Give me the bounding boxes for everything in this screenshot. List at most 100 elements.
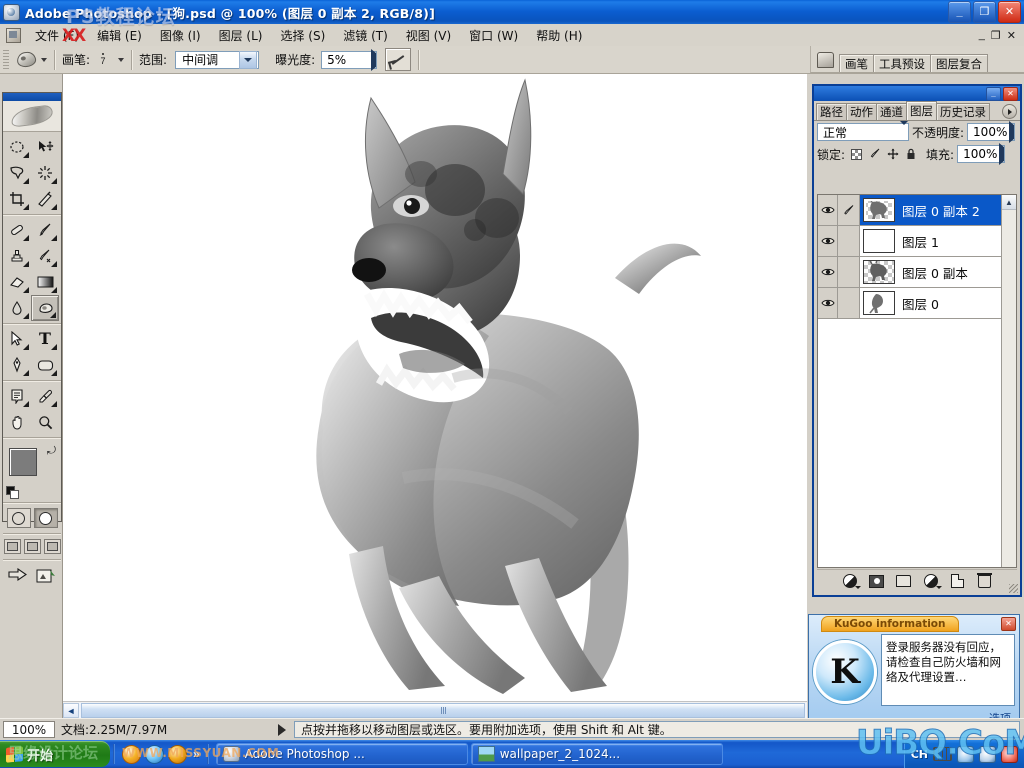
new-layer-button[interactable] (950, 574, 966, 589)
layer-visibility-toggle[interactable] (818, 288, 838, 318)
scrollbar-thumb[interactable] (81, 703, 805, 718)
tool-healing-brush[interactable] (3, 217, 31, 243)
layer-edit-indicator[interactable] (838, 257, 860, 287)
internet-explorer-icon[interactable] (122, 744, 141, 764)
tool-marquee[interactable] (3, 134, 31, 160)
tool-move[interactable] (31, 134, 59, 160)
tool-shape[interactable] (31, 352, 59, 378)
layer-thumbnail-cell[interactable] (860, 288, 898, 318)
standard-screen-mode-button[interactable] (3, 539, 21, 554)
close-button[interactable]: ✕ (998, 1, 1021, 23)
palette-tab-layer-comps[interactable]: 图层复合 (930, 54, 988, 72)
canvas-horizontal-scrollbar[interactable]: ◄ (63, 701, 807, 719)
tool-gradient[interactable] (31, 269, 59, 295)
table-row[interactable]: 图层 1 (818, 226, 1016, 257)
table-row[interactable]: 图层 0 副本 2 (818, 195, 1016, 226)
tool-magic-wand[interactable] (31, 160, 59, 186)
opacity-stepper-icon[interactable] (1009, 121, 1015, 143)
menu-edit[interactable]: 编辑 (E) (88, 25, 151, 46)
palette-close-button[interactable]: ✕ (1003, 86, 1018, 101)
tool-path-selection[interactable] (3, 326, 31, 352)
layers-vertical-scrollbar[interactable]: ▲ (1001, 195, 1016, 567)
tool-type[interactable]: T (31, 326, 59, 352)
table-row[interactable]: 图层 0 副本 (818, 257, 1016, 288)
default-colors-icon[interactable] (6, 486, 19, 499)
status-menu-arrow-icon[interactable] (278, 723, 286, 736)
layer-edit-indicator[interactable] (838, 226, 860, 256)
tool-notes[interactable] (3, 383, 31, 409)
kugoo-close-button[interactable]: ✕ (1001, 616, 1016, 631)
jump-to-imageready-button[interactable] (6, 566, 30, 585)
doc-close-button[interactable]: ✕ (1007, 29, 1016, 42)
layer-visibility-toggle[interactable] (818, 195, 838, 225)
layer-edit-indicator[interactable] (838, 288, 860, 318)
options-bar-grip[interactable] (3, 49, 9, 70)
fill-stepper-icon[interactable] (999, 143, 1005, 165)
airbrush-toggle-button[interactable] (385, 48, 412, 71)
new-group-button[interactable] (896, 574, 912, 589)
menu-image[interactable]: 图像 (I) (151, 25, 210, 46)
opacity-input[interactable]: 100% (967, 121, 1016, 143)
lock-transparency-icon[interactable] (850, 148, 863, 161)
brush-chevron-down-icon[interactable] (118, 57, 125, 62)
tool-eraser[interactable] (3, 269, 31, 295)
menu-layer[interactable]: 图层 (L) (210, 25, 272, 46)
tool-clone-stamp[interactable] (3, 243, 31, 269)
imageready-icon-button[interactable] (34, 566, 58, 585)
layer-edit-indicator[interactable] (838, 195, 860, 225)
start-button[interactable]: 开始 (0, 741, 110, 767)
burn-tool-icon[interactable] (13, 49, 39, 70)
tool-lasso[interactable] (3, 160, 31, 186)
full-screen-mode-button[interactable] (43, 539, 61, 554)
foreground-color-swatch[interactable] (9, 448, 37, 476)
scrollbar-track[interactable] (79, 703, 807, 718)
menu-view[interactable]: 视图 (V) (397, 25, 460, 46)
quick-mask-mode-button[interactable] (33, 508, 58, 528)
scroll-left-arrow-icon[interactable]: ◄ (63, 703, 79, 718)
menu-help[interactable]: 帮助 (H) (527, 25, 591, 46)
layer-visibility-toggle[interactable] (818, 257, 838, 287)
tool-history-brush[interactable] (31, 243, 59, 269)
standard-mode-button[interactable] (6, 508, 31, 528)
language-indicator[interactable]: CH (911, 748, 928, 761)
toolbox-titlebar[interactable] (3, 93, 61, 101)
palette-menu-icon[interactable] (1002, 104, 1017, 119)
exposure-stepper-icon[interactable] (371, 48, 377, 71)
tool-preset-chevron-down-icon[interactable] (41, 57, 47, 62)
range-select[interactable]: 中间调 (175, 50, 260, 69)
full-screen-menubar-button[interactable] (23, 539, 41, 554)
tab-actions[interactable]: 动作 (846, 103, 877, 120)
lock-image-pixels-icon[interactable] (868, 148, 881, 161)
palette-resize-grip[interactable] (1009, 584, 1018, 593)
swap-colors-icon[interactable]: ⤾ (47, 446, 56, 457)
doc-restore-button[interactable]: ❐ (991, 29, 1001, 42)
tool-dodge-burn[interactable] (31, 295, 59, 321)
volume-icon[interactable] (957, 745, 974, 763)
lock-position-icon[interactable] (886, 148, 899, 161)
keyboard-icon[interactable] (933, 747, 952, 761)
taskbar-item-wallpaper[interactable]: wallpaper_2_1024... (470, 743, 723, 765)
layer-style-button[interactable] (842, 574, 861, 589)
doc-minimize-button[interactable]: _ (979, 29, 985, 42)
restore-button[interactable]: ❐ (973, 1, 996, 23)
delete-layer-button[interactable] (977, 572, 993, 589)
menu-window[interactable]: 窗口 (W) (460, 25, 527, 46)
tab-channels[interactable]: 通道 (876, 103, 907, 120)
tool-crop[interactable] (3, 186, 31, 212)
media-player-icon[interactable] (145, 744, 164, 764)
tool-zoom[interactable] (31, 409, 59, 435)
brush-preview[interactable]: 7 (90, 49, 116, 71)
tool-blur[interactable] (3, 295, 31, 321)
palette-tab-tool-presets[interactable]: 工具预设 (873, 54, 931, 72)
network-icon[interactable] (979, 745, 996, 763)
tab-layers[interactable]: 图层 (906, 101, 937, 120)
layer-thumbnail-cell[interactable] (860, 257, 898, 287)
blend-mode-select[interactable]: 正常 (817, 121, 909, 141)
tool-hand[interactable] (3, 409, 31, 435)
add-layer-mask-button[interactable] (869, 574, 885, 589)
new-adjustment-layer-button[interactable] (923, 574, 942, 589)
minimize-button[interactable]: _ (948, 1, 971, 23)
scroll-up-arrow-icon[interactable]: ▲ (1002, 195, 1016, 210)
tab-paths[interactable]: 路径 (816, 103, 847, 120)
palette-minimize-button[interactable]: _ (986, 86, 1001, 101)
